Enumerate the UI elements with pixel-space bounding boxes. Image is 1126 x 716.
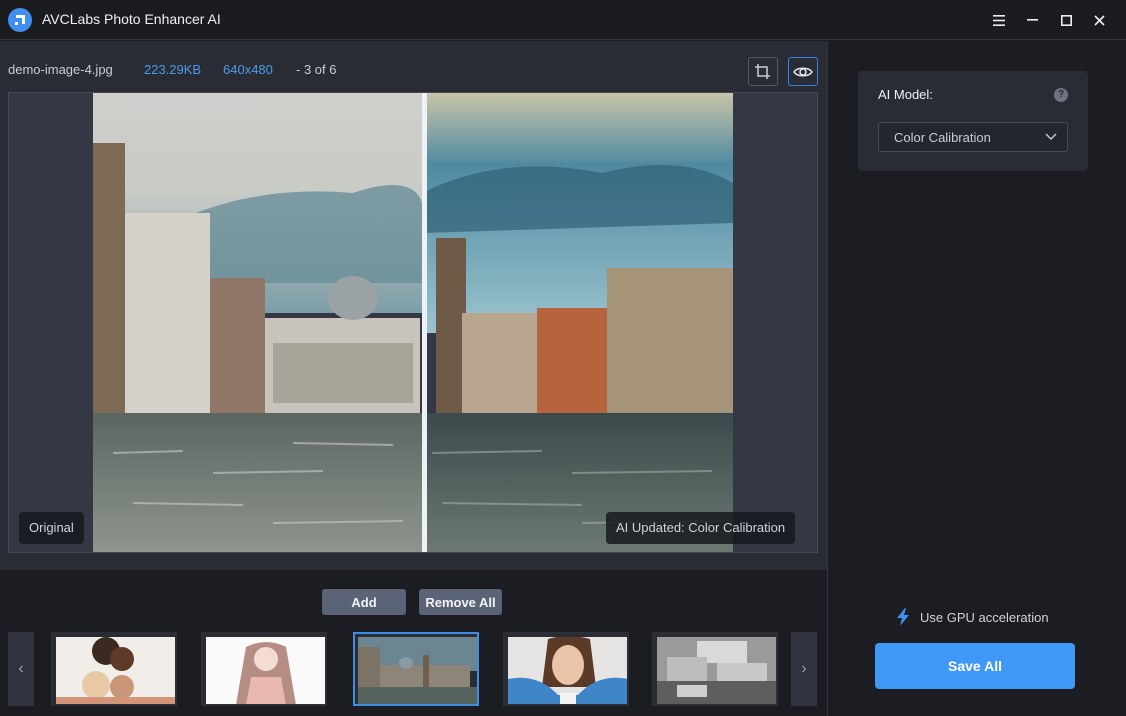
chevron-right-icon: › (801, 660, 807, 677)
app-title: AVCLabs Photo Enhancer AI (42, 11, 221, 27)
maximize-button[interactable] (1055, 9, 1077, 31)
lightning-icon (897, 608, 909, 626)
gpu-acceleration-toggle[interactable]: Use GPU acceleration (896, 608, 1049, 626)
thumbnail-item[interactable] (503, 632, 629, 706)
add-button[interactable]: Add (322, 589, 406, 615)
image-dimensions: 640x480 (223, 62, 273, 77)
eye-icon (793, 67, 813, 76)
ai-model-card: AI Model: ? Color Calibration (858, 71, 1088, 171)
crop-icon (755, 63, 770, 79)
thumbnails-next-button[interactable]: › (791, 632, 817, 706)
ai-model-label: AI Model: (878, 87, 933, 102)
file-info: demo-image-4.jpg 223.29KB 640x480 - 3 of… (8, 62, 336, 77)
menu-icon (993, 14, 1005, 26)
menu-button[interactable] (988, 9, 1010, 31)
image-viewer: Original AI Updated: Color Calibration (8, 92, 818, 553)
thumbnail-item[interactable] (51, 632, 177, 706)
enhanced-image (422, 93, 733, 552)
thumbnail-image (657, 637, 776, 704)
original-label: Original (19, 512, 84, 544)
image-position: - 3 of 6 (296, 62, 337, 77)
title-bar: AVCLabs Photo Enhancer AI (0, 0, 1126, 40)
file-size: 223.29KB (144, 62, 202, 77)
minimize-icon (1026, 19, 1038, 21)
thumbnail-item[interactable] (652, 632, 778, 706)
comparison-image (93, 93, 733, 552)
settings-pane: AI Model: ? Color Calibration Use GPU ac… (828, 41, 1126, 716)
ai-model-select[interactable]: Color Calibration (878, 122, 1068, 152)
chevron-left-icon: ‹ (18, 660, 24, 677)
preview-toggle-button[interactable] (788, 57, 818, 86)
app-logo-icon (8, 8, 32, 32)
thumbnail-image (508, 637, 627, 704)
thumbnail-item[interactable] (201, 632, 327, 706)
crop-button[interactable] (748, 57, 778, 86)
maximize-icon (1060, 14, 1072, 26)
preview-pane: demo-image-4.jpg 223.29KB 640x480 - 3 of… (0, 41, 827, 570)
thumbnail-strip: Add Remove All ‹ › (0, 570, 827, 716)
comparison-divider-handle[interactable] (422, 93, 427, 552)
remove-all-button[interactable]: Remove All (419, 589, 502, 615)
thumbnails-prev-button[interactable]: ‹ (8, 632, 34, 706)
close-icon (1093, 14, 1105, 26)
thumbnail-image (358, 637, 477, 704)
thumbnail-item-selected[interactable] (353, 632, 479, 706)
ai-model-value: Color Calibration (894, 130, 991, 145)
close-button[interactable] (1088, 9, 1110, 31)
chevron-down-icon (1045, 133, 1057, 140)
thumbnail-image (56, 637, 175, 704)
minimize-button[interactable] (1021, 9, 1043, 31)
save-all-button[interactable]: Save All (875, 643, 1075, 689)
help-icon[interactable]: ? (1054, 88, 1068, 102)
file-name: demo-image-4.jpg (8, 62, 113, 77)
ai-updated-label: AI Updated: Color Calibration (606, 512, 796, 544)
gpu-acceleration-label: Use GPU acceleration (920, 609, 1049, 625)
original-image (93, 93, 422, 552)
thumbnail-image (206, 637, 325, 704)
